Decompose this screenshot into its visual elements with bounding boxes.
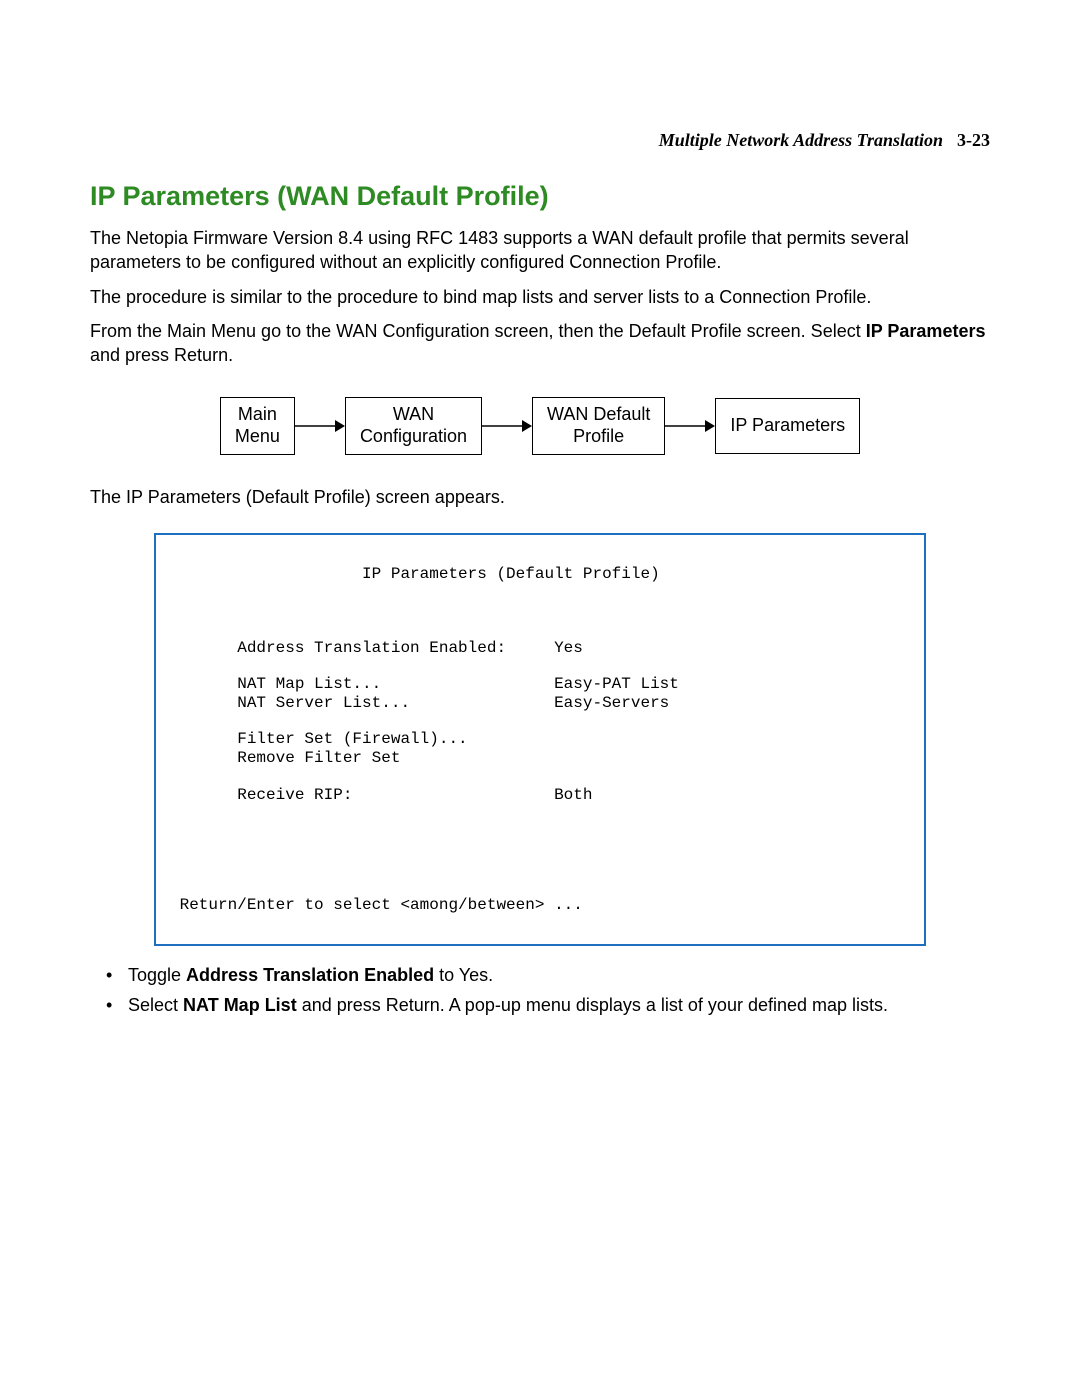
arrow-icon: [295, 416, 345, 436]
list-item: Select NAT Map List and press Return. A …: [102, 992, 990, 1018]
header-section: Multiple Network Address Translation: [659, 130, 943, 150]
bullet-1-bold: Address Translation Enabled: [186, 965, 434, 985]
paragraph-3-post: and press Return.: [90, 345, 233, 365]
bullet-2-pre: Select: [128, 995, 183, 1015]
page-header: Multiple Network Address Translation 3-23: [90, 130, 990, 151]
section-title: IP Parameters (WAN Default Profile): [90, 181, 990, 212]
bullet-2-post: and press Return. A pop-up menu displays…: [297, 995, 888, 1015]
paragraph-3-bold: IP Parameters: [866, 321, 986, 341]
document-page: Multiple Network Address Translation 3-23…: [0, 0, 1080, 1113]
flow-diagram: Main Menu WAN Configuration WAN Default …: [90, 397, 990, 454]
paragraph-3-pre: From the Main Menu go to the WAN Configu…: [90, 321, 866, 341]
bullet-1-pre: Toggle: [128, 965, 186, 985]
paragraph-4: The IP Parameters (Default Profile) scre…: [90, 485, 990, 509]
paragraph-1: The Netopia Firmware Version 8.4 using R…: [90, 226, 990, 275]
bullet-2-bold: NAT Map List: [183, 995, 297, 1015]
flow-box-main-menu: Main Menu: [220, 397, 295, 454]
bullet-1-post: to Yes.: [434, 965, 493, 985]
bullet-list: Toggle Address Translation Enabled to Ye…: [102, 962, 990, 1018]
paragraph-2: The procedure is similar to the procedur…: [90, 285, 990, 309]
arrow-icon: [665, 416, 715, 436]
list-item: Toggle Address Translation Enabled to Ye…: [102, 962, 990, 988]
arrow-icon: [482, 416, 532, 436]
flow-box-wan-config: WAN Configuration: [345, 397, 482, 454]
header-page: 3-23: [957, 130, 990, 150]
flow-box-ip-params: IP Parameters: [715, 398, 860, 454]
flow-box-wan-default: WAN Default Profile: [532, 397, 665, 454]
terminal-screen: IP Parameters (Default Profile) Address …: [154, 533, 926, 946]
paragraph-3: From the Main Menu go to the WAN Configu…: [90, 319, 990, 368]
